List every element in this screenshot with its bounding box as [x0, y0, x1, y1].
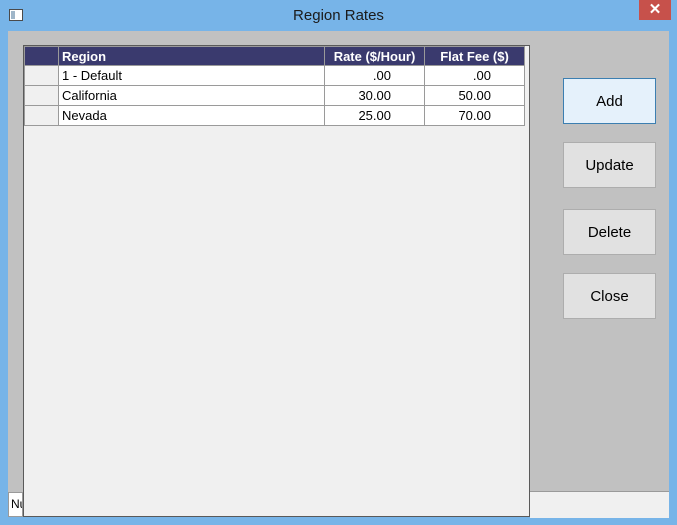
window-title: Region Rates [293, 7, 384, 24]
header-row: Region Rate ($/Hour) Flat Fee ($) [24, 46, 525, 66]
close-window-button[interactable]: ✕ [639, 0, 671, 20]
column-header-flat-fee[interactable]: Flat Fee ($) [424, 46, 525, 66]
title-bar[interactable]: Region Rates ✕ [0, 0, 677, 31]
status-field: Nu [8, 492, 23, 517]
update-button[interactable]: Update [563, 142, 656, 188]
row-selector[interactable] [24, 105, 59, 126]
row-selector-header[interactable] [24, 46, 59, 66]
column-header-region[interactable]: Region [58, 46, 325, 66]
status-panel [530, 491, 669, 518]
table-row[interactable]: 1 - Default .00 .00 [24, 65, 525, 86]
row-selector[interactable] [24, 65, 59, 86]
rates-table: Region Rate ($/Hour) Flat Fee ($) 1 - De… [24, 46, 525, 126]
cell-rate[interactable]: .00 [324, 65, 425, 86]
row-selector[interactable] [24, 85, 59, 106]
rates-grid[interactable]: Region Rate ($/Hour) Flat Fee ($) 1 - De… [23, 45, 530, 517]
cell-rate[interactable]: 30.00 [324, 85, 425, 106]
table-row[interactable]: California 30.00 50.00 [24, 85, 525, 106]
cell-flat-fee[interactable]: 70.00 [424, 105, 525, 126]
cell-rate[interactable]: 25.00 [324, 105, 425, 126]
delete-button[interactable]: Delete [563, 209, 656, 255]
cell-region[interactable]: 1 - Default [58, 65, 325, 86]
table-row[interactable]: Nevada 25.00 70.00 [24, 105, 525, 126]
close-button[interactable]: Close [563, 273, 656, 319]
cell-region[interactable]: California [58, 85, 325, 106]
add-button[interactable]: Add [563, 78, 656, 124]
cell-flat-fee[interactable]: 50.00 [424, 85, 525, 106]
cell-flat-fee[interactable]: .00 [424, 65, 525, 86]
column-header-rate[interactable]: Rate ($/Hour) [324, 46, 425, 66]
client-area: Region Rate ($/Hour) Flat Fee ($) 1 - De… [8, 31, 669, 518]
region-rates-window: Region Rates ✕ Region Rate ($/Hour) Flat… [0, 0, 677, 525]
cell-region[interactable]: Nevada [58, 105, 325, 126]
